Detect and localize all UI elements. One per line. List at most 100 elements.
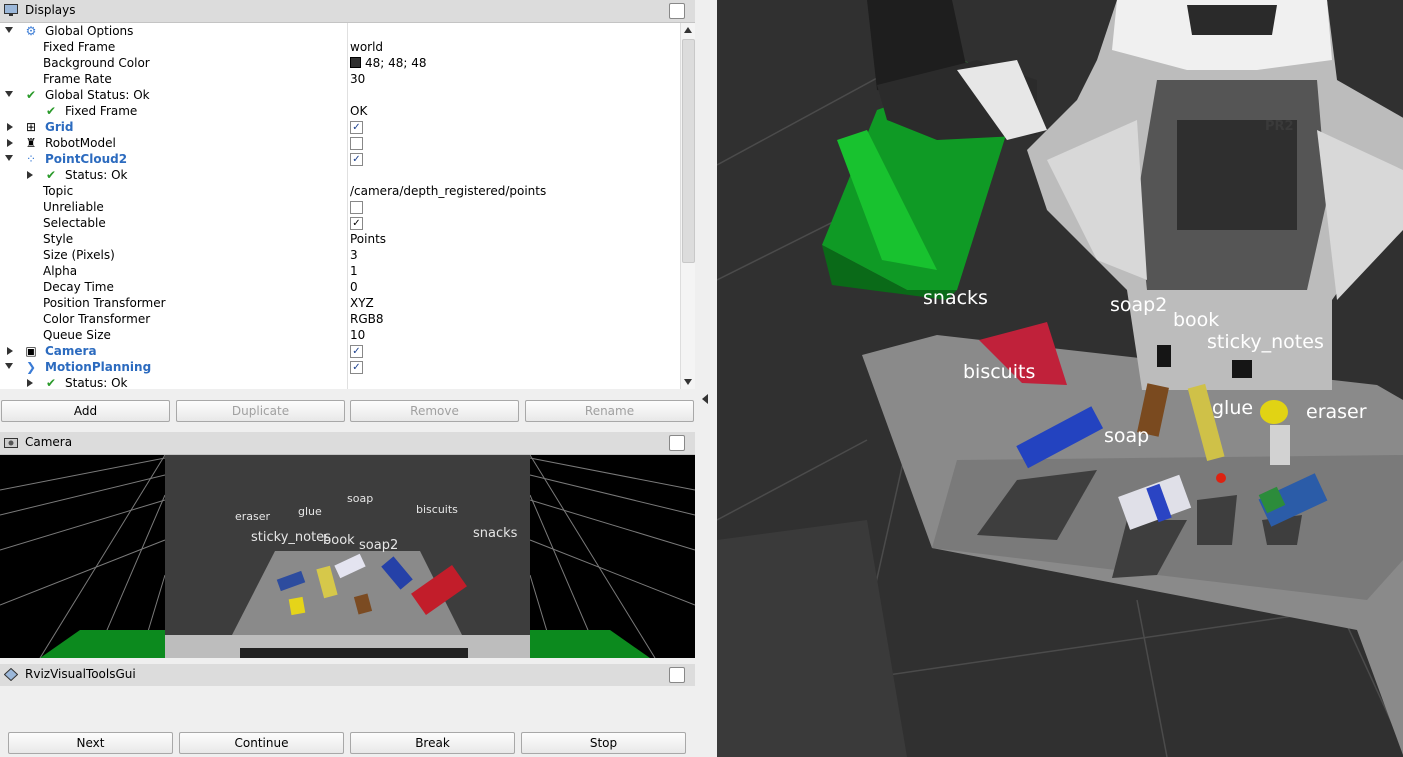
row-value[interactable]: 3 <box>350 247 358 263</box>
row-label: Fixed Frame <box>65 104 138 118</box>
row-label: Frame Rate <box>43 72 112 86</box>
camera-enabled-checkbox[interactable]: ✓ <box>350 345 363 358</box>
remove-button[interactable]: Remove <box>350 400 519 422</box>
row-label: Selectable <box>43 216 106 230</box>
tree-row-pointcloud-status[interactable]: ✔ Status: Ok <box>0 167 680 183</box>
3d-viewport[interactable]: PR2 snacks soap2 book sticky_notes biscu… <box>717 0 1403 757</box>
row-value[interactable]: 30 <box>350 71 365 87</box>
collapse-left-icon[interactable] <box>702 394 708 404</box>
tree-row-topic[interactable]: Topic /camera/depth_registered/points <box>0 183 680 199</box>
expand-arrow-icon[interactable] <box>27 379 33 387</box>
row-label: Background Color <box>43 56 150 70</box>
expand-arrow-icon[interactable] <box>7 139 13 147</box>
tree-row-selectable[interactable]: Selectable ✓ <box>0 215 680 231</box>
expand-arrow-icon[interactable] <box>7 123 13 131</box>
tree-row-grid[interactable]: ⊞ Grid ✓ <box>0 119 680 135</box>
camera-label: biscuits <box>416 503 458 516</box>
row-value[interactable]: RGB8 <box>350 311 384 327</box>
tree-row-alpha[interactable]: Alpha 1 <box>0 263 680 279</box>
tree-row-robotmodel[interactable]: ♜ RobotModel <box>0 135 680 151</box>
diamond-icon <box>4 668 18 681</box>
rename-button[interactable]: Rename <box>525 400 694 422</box>
float-button[interactable] <box>669 3 685 19</box>
motionplanning-enabled-checkbox[interactable]: ✓ <box>350 361 363 374</box>
stop-button[interactable]: Stop <box>521 732 686 754</box>
tree-row-global-options[interactable]: ⚙ Global Options <box>0 23 680 39</box>
expand-arrow-icon[interactable] <box>27 171 33 179</box>
next-button[interactable]: Next <box>8 732 173 754</box>
checkmark-icon: ✔ <box>45 104 57 118</box>
grid-icon: ⊞ <box>25 120 37 134</box>
collapse-arrow-icon[interactable] <box>5 27 13 33</box>
tree-row-frame-rate[interactable]: Frame Rate 30 <box>0 71 680 87</box>
continue-button[interactable]: Continue <box>179 732 344 754</box>
object-label-soap2: soap2 <box>1110 294 1167 316</box>
row-label: Topic <box>43 184 74 198</box>
row-value[interactable]: XYZ <box>350 295 374 311</box>
tree-row-camera[interactable]: ▣ Camera ✓ <box>0 343 680 359</box>
motion-planning-icon: ❯ <box>25 360 37 374</box>
rviz-tools-body: Next Continue Break Stop <box>0 686 697 757</box>
row-value[interactable]: Points <box>350 231 386 247</box>
tree-row-decay-time[interactable]: Decay Time 0 <box>0 279 680 295</box>
row-value[interactable]: 0 <box>350 279 358 295</box>
selectable-checkbox[interactable]: ✓ <box>350 217 363 230</box>
row-value[interactable]: 48; 48; 48 <box>350 55 427 71</box>
duplicate-button[interactable]: Duplicate <box>176 400 345 422</box>
camera-label: sticky_notes <box>251 530 331 545</box>
camera-view[interactable]: eraser glue soap biscuits sticky_notes b… <box>0 455 695 658</box>
monitor-icon <box>4 4 18 16</box>
displays-title: Displays <box>25 3 76 17</box>
displays-scrollbar[interactable] <box>680 23 695 389</box>
tree-row-queue-size[interactable]: Queue Size 10 <box>0 327 680 343</box>
row-label: MotionPlanning <box>45 360 152 374</box>
tree-row-motionplanning-status[interactable]: ✔ Status: Ok <box>0 375 680 389</box>
scroll-thumb[interactable] <box>682 39 695 263</box>
row-value: OK <box>350 104 368 118</box>
break-button[interactable]: Break <box>350 732 515 754</box>
displays-titlebar: Displays <box>0 0 695 23</box>
pointcloud2-enabled-checkbox[interactable]: ✓ <box>350 153 363 166</box>
panel-splitter[interactable] <box>697 0 717 757</box>
float-button[interactable] <box>669 667 685 683</box>
row-label: Fixed Frame <box>43 40 116 54</box>
tree-row-fixed-frame-status[interactable]: ✔ Fixed Frame OK <box>0 103 680 119</box>
object-label-snacks: snacks <box>923 287 988 309</box>
tree-row-size[interactable]: Size (Pixels) 3 <box>0 247 680 263</box>
row-value[interactable]: 1 <box>350 263 358 279</box>
tree-row-style[interactable]: Style Points <box>0 231 680 247</box>
camera-titlebar: Camera <box>0 432 695 455</box>
row-label: Position Transformer <box>43 296 166 310</box>
scroll-down-icon[interactable] <box>684 379 692 385</box>
tree-row-motionplanning[interactable]: ❯ MotionPlanning ✓ <box>0 359 680 375</box>
float-button[interactable] <box>669 435 685 451</box>
displays-tree[interactable]: ⚙ Global Options Fixed Frame world Backg… <box>0 23 680 389</box>
robotmodel-enabled-checkbox[interactable] <box>350 137 363 150</box>
tree-row-global-status[interactable]: ✔ Global Status: Ok <box>0 87 680 103</box>
collapse-arrow-icon[interactable] <box>5 363 13 369</box>
row-label: Camera <box>45 344 97 358</box>
rviz-tools-title: RvizVisualToolsGui <box>25 667 136 681</box>
robot-icon: ♜ <box>25 136 37 150</box>
tree-row-unreliable[interactable]: Unreliable <box>0 199 680 215</box>
row-value[interactable]: world <box>350 39 383 55</box>
eraser-object <box>1260 400 1288 424</box>
collapse-arrow-icon[interactable] <box>5 155 13 161</box>
row-value[interactable]: /camera/depth_registered/points <box>350 183 546 199</box>
row-label: Grid <box>45 120 74 134</box>
expand-arrow-icon[interactable] <box>7 347 13 355</box>
column-separator[interactable] <box>347 23 348 389</box>
tree-row-background-color[interactable]: Background Color 48; 48; 48 <box>0 55 680 71</box>
tree-row-pointcloud2[interactable]: ⁘ PointCloud2 ✓ <box>0 151 680 167</box>
row-value[interactable]: 10 <box>350 327 365 343</box>
grid-enabled-checkbox[interactable]: ✓ <box>350 121 363 134</box>
unreliable-checkbox[interactable] <box>350 201 363 214</box>
tree-row-fixed-frame[interactable]: Fixed Frame world <box>0 39 680 55</box>
camera-label: glue <box>298 505 322 518</box>
tree-row-color-transformer[interactable]: Color Transformer RGB8 <box>0 311 680 327</box>
scroll-up-icon[interactable] <box>684 27 692 33</box>
collapse-arrow-icon[interactable] <box>5 91 13 97</box>
tree-row-position-transformer[interactable]: Position Transformer XYZ <box>0 295 680 311</box>
checkmark-icon: ✔ <box>25 88 37 102</box>
add-button[interactable]: Add <box>1 400 170 422</box>
